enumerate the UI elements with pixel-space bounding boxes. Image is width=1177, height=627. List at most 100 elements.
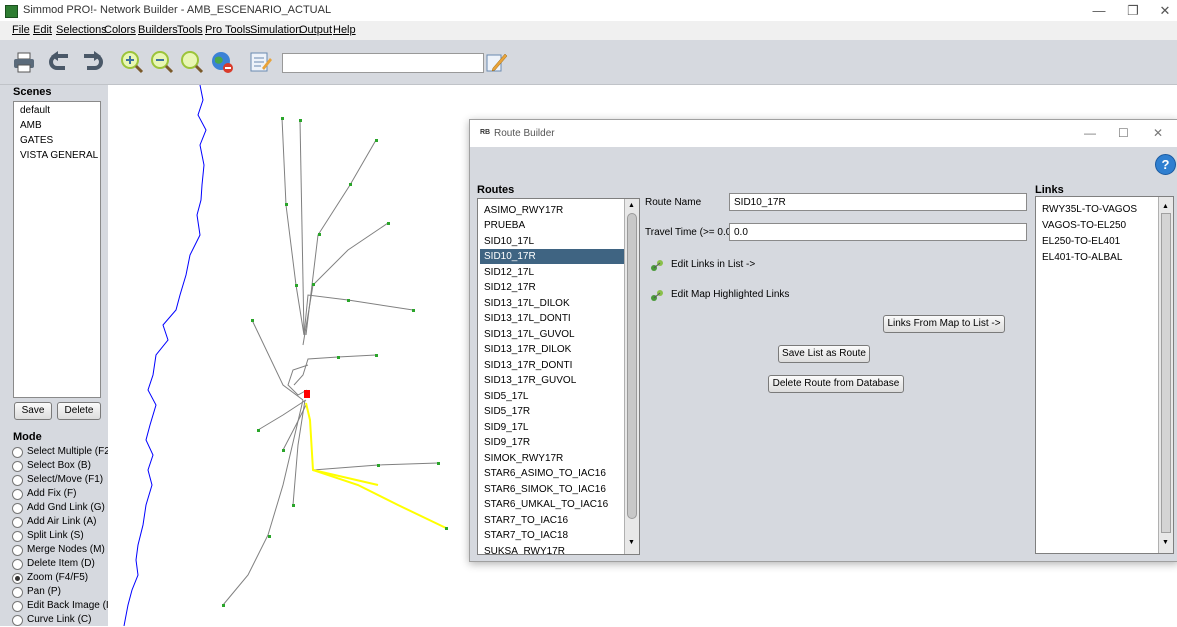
route-item[interactable]: SID9_17L [484,420,624,435]
links-scrollbar[interactable]: ▲ ▼ [1158,197,1173,553]
route-item[interactable]: SID5_17L [484,389,624,404]
route-item[interactable]: STAR6_UMKAL_TO_IAC16 [484,497,624,512]
link-item[interactable]: RWY35L-TO-VAGOS [1042,204,1137,215]
zoom-fit-icon[interactable] [180,50,204,74]
route-item[interactable]: SID12_17L [484,265,624,280]
link-item[interactable]: VAGOS-TO-EL250 [1042,220,1126,231]
notepad-icon[interactable] [248,50,272,74]
save-scene-button[interactable]: Save [14,402,52,420]
radio-button[interactable] [12,545,23,556]
scroll-down-icon[interactable]: ▼ [628,539,635,546]
menu-file[interactable]: File [12,24,30,36]
radio-button[interactable] [12,461,23,472]
undo-icon[interactable] [48,50,72,74]
links-list[interactable]: RWY35L-TO-VAGOS VAGOS-TO-EL250 EL250-TO-… [1035,196,1174,554]
mode-title: Mode [13,431,42,443]
routes-list[interactable]: ASIMO_RWY17R PRUEBA SID10_17L SID10_17R … [477,198,640,555]
rb-maximize-button[interactable]: ☐ [1118,126,1129,140]
redo-icon[interactable] [80,50,104,74]
radio-button[interactable] [12,475,23,486]
radio-button[interactable] [12,447,23,458]
radio-button[interactable] [12,531,23,542]
link-item[interactable]: EL250-TO-EL401 [1042,236,1120,247]
menu-colors[interactable]: Colors [104,24,136,36]
route-item[interactable]: STAR6_ASIMO_TO_IAC16 [484,466,624,481]
route-item[interactable]: STAR6_SIMOK_TO_IAC16 [484,482,624,497]
menu-simulation[interactable]: Simulation [250,24,301,36]
menu-selections[interactable]: Selections [56,24,107,36]
radio-button[interactable] [12,489,23,500]
edit-links-icon[interactable] [650,258,664,272]
route-item[interactable]: SID13_17L_GUVOL [484,327,624,342]
route-item[interactable]: SID10_17L [484,234,624,249]
menu-builders[interactable]: Builders [138,24,178,36]
globe-icon[interactable] [210,50,234,74]
scroll-down-icon[interactable]: ▼ [1162,539,1169,546]
edit-map-links-label[interactable]: Edit Map Highlighted Links [671,289,789,300]
link-item[interactable]: EL401-TO-ALBAL [1042,252,1122,263]
travel-time-label: Travel Time (>= 0.0) [645,227,735,238]
links-from-map-button[interactable]: Links From Map to List -> [883,315,1005,333]
route-item[interactable]: SID13_17L_DONTI [484,311,624,326]
routes-scrollbar[interactable]: ▲ ▼ [624,199,639,554]
route-item[interactable]: SID5_17R [484,404,624,419]
zoom-in-icon[interactable] [120,50,144,74]
menu-tools[interactable]: Tools [177,24,203,36]
edit-links-label[interactable]: Edit Links in List -> [671,259,755,270]
scroll-up-icon[interactable]: ▲ [1162,203,1169,210]
scene-item[interactable]: AMB [20,120,42,131]
delete-scene-button[interactable]: Delete [57,402,101,420]
route-item[interactable]: SID9_17R [484,435,624,450]
radio-button[interactable] [12,559,23,570]
route-item[interactable]: SIMOK_RWY17R [484,451,624,466]
menu-pro-tools[interactable]: Pro Tools [205,24,251,36]
route-item-selected[interactable]: SID10_17R [480,249,625,264]
restore-button[interactable]: ❐ [1118,3,1148,19]
rb-minimize-button[interactable]: — [1084,126,1096,140]
links-scroll-thumb[interactable] [1161,213,1171,533]
scene-item[interactable]: default [20,105,50,116]
edit-note-icon[interactable] [484,50,508,74]
title-bar: Simmod PRO!- Network Builder - AMB_ESCEN… [0,0,1177,21]
route-item[interactable]: STAR7_TO_IAC18 [484,528,624,543]
radio-button[interactable] [12,517,23,528]
route-item[interactable]: SUKSA_RWY17R [484,544,624,554]
close-button[interactable]: ✕ [1150,3,1177,19]
route-item[interactable]: SID13_17L_DILOK [484,296,624,311]
menu-output[interactable]: Output [299,24,332,36]
radio-button[interactable] [12,601,23,612]
scenes-list[interactable]: default AMB GATES VISTA GENERAL [13,101,101,398]
route-item[interactable]: SID13_17R_DONTI [484,358,624,373]
menu-help[interactable]: Help [333,24,356,36]
routes-title: Routes [477,184,515,196]
travel-time-input[interactable] [729,223,1027,241]
zoom-out-icon[interactable] [150,50,174,74]
route-item[interactable]: ASIMO_RWY17R [484,203,624,218]
edit-map-links-icon[interactable] [650,288,664,302]
toolbar-search-input[interactable] [282,53,484,73]
route-name-input[interactable] [729,193,1027,211]
scenes-title: Scenes [13,86,52,98]
route-item[interactable]: SID12_17R [484,280,624,295]
print-icon[interactable] [12,50,36,74]
menu-bar: File Edit Selections Colors Builders Too… [0,21,1177,40]
radio-button[interactable] [12,615,23,626]
route-item[interactable]: SID13_17R_DILOK [484,342,624,357]
rb-close-button[interactable]: ✕ [1153,126,1163,140]
selected-node-marker [304,390,310,398]
radio-button-selected[interactable] [12,573,23,584]
scene-item[interactable]: VISTA GENERAL [20,150,98,161]
routes-scroll-thumb[interactable] [627,213,637,519]
menu-edit[interactable]: Edit [33,24,52,36]
route-item[interactable]: STAR7_TO_IAC16 [484,513,624,528]
scene-item[interactable]: GATES [20,135,53,146]
route-item[interactable]: PRUEBA [484,218,624,233]
radio-button[interactable] [12,503,23,514]
route-item[interactable]: SID13_17R_GUVOL [484,373,624,388]
radio-button[interactable] [12,587,23,598]
save-route-button[interactable]: Save List as Route [778,345,870,363]
minimize-button[interactable]: — [1084,3,1114,19]
delete-route-button[interactable]: Delete Route from Database [768,375,904,393]
help-icon[interactable]: ? [1155,154,1176,175]
scroll-up-icon[interactable]: ▲ [628,202,635,209]
